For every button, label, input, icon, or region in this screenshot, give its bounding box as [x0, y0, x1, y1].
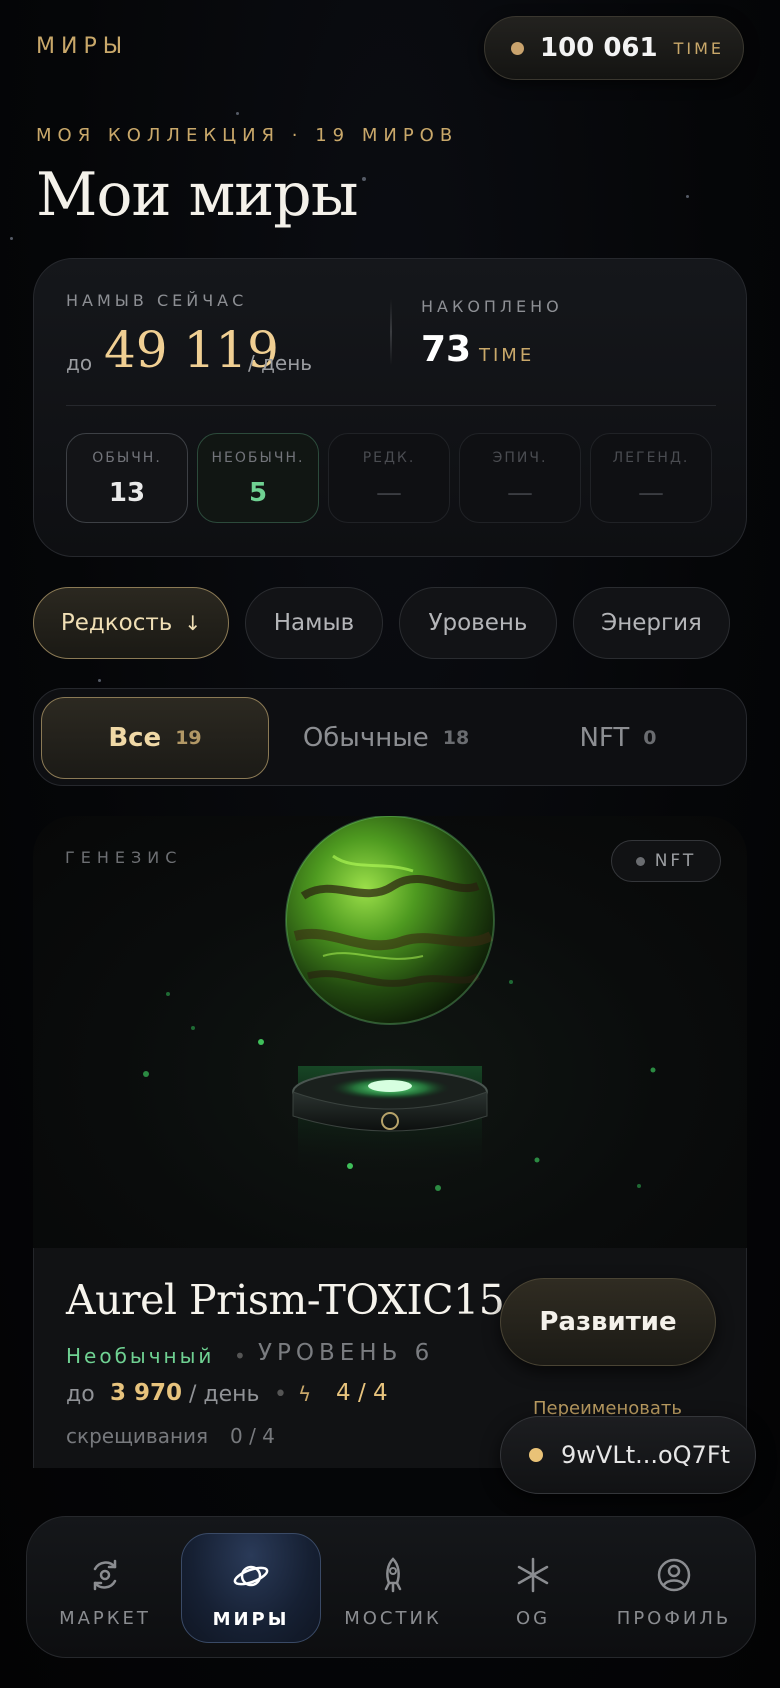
separator: •	[234, 1344, 246, 1368]
rarity-count: 13	[108, 478, 146, 508]
rarity-rare[interactable]: РЕДК. —	[328, 433, 450, 523]
world-level: УРОВЕНЬ 6	[258, 1340, 435, 1366]
wallet-address: 9wVLt...oQ7Ft	[561, 1441, 731, 1469]
sort-label: Уровень	[428, 610, 528, 636]
nav-item-bridge[interactable]: МОСТИК	[323, 1517, 463, 1659]
tab-count: 0	[643, 727, 657, 749]
rarity-count: —	[376, 478, 402, 508]
rarity-label: РЕДК.	[362, 450, 416, 466]
nft-badge: NFT	[611, 840, 721, 882]
nav-label: МОСТИК	[344, 1608, 442, 1629]
tab-label: NFT	[579, 723, 630, 753]
tab-count: 19	[175, 727, 202, 749]
collection-subheader: МОЯ КОЛЛЕКЦИЯ · 19 МИРОВ	[36, 125, 459, 146]
balance-chip[interactable]: 100 061 TIME	[484, 16, 744, 80]
separator: •	[274, 1382, 287, 1407]
rocket-icon	[384, 1557, 402, 1593]
accumulated-label: НАКОПЛЕНО	[421, 297, 563, 316]
rarity-count: —	[638, 478, 664, 508]
star-decoration	[10, 237, 13, 240]
rarity-uncommon[interactable]: НЕОБЫЧН. 5	[197, 433, 319, 523]
rate-unit: / день	[189, 1382, 260, 1407]
sort-rarity-button[interactable]: Редкость ↓	[33, 587, 229, 659]
tab-common[interactable]: Обычные 18	[272, 697, 500, 779]
sort-energy-button[interactable]: Энергия	[573, 587, 730, 659]
rarity-count: —	[507, 478, 533, 508]
world-rarity: Необычный	[66, 1344, 215, 1368]
sort-label: Намыв	[273, 610, 355, 636]
tab-label: Все	[108, 723, 162, 753]
tab-nft[interactable]: NFT 0	[504, 697, 732, 779]
mining-unit: / день	[248, 351, 313, 375]
nav-label: МАРКЕТ	[59, 1608, 151, 1629]
nav-item-worlds[interactable]: МИРЫ	[181, 1533, 321, 1643]
market-icon	[93, 1559, 117, 1591]
bottom-nav: МАРКЕТ МИРЫ МОСТИК OG ПРОФИЛЬ	[26, 1516, 756, 1658]
asterisk-icon	[517, 1557, 549, 1593]
sort-mining-button[interactable]: Намыв	[245, 587, 383, 659]
stats-card: НАМЫВ СЕЙЧАС до 49 119 / день НАКОПЛЕНО …	[33, 258, 747, 557]
world-name: Aurel Prism-TOXIC15	[66, 1276, 505, 1324]
nav-label: OG	[515, 1608, 551, 1629]
rarity-common[interactable]: ОБЫЧН. 13	[66, 433, 188, 523]
star-decoration	[98, 679, 101, 682]
tab-label: Обычные	[302, 723, 429, 753]
mining-prefix: до	[66, 351, 93, 375]
nft-badge-label: NFT	[654, 851, 697, 871]
nav-item-market[interactable]: МАРКЕТ	[35, 1517, 175, 1659]
world-card-image[interactable]: ГЕНЕЗИС NFT	[33, 816, 747, 1248]
crossings-label: скрещивания	[66, 1424, 209, 1448]
lightning-icon: ϟ	[298, 1382, 312, 1406]
rarity-label: ОБЫЧН.	[92, 450, 162, 466]
world-rate: 3 970	[110, 1380, 183, 1406]
accumulated-unit: TIME	[479, 345, 535, 366]
sort-level-button[interactable]: Уровень	[399, 587, 557, 659]
crossings-value: 0 / 4	[230, 1424, 275, 1448]
star-decoration	[686, 195, 689, 198]
rarity-legendary[interactable]: ЛЕГЕНД. —	[590, 433, 712, 523]
develop-button[interactable]: Развитие	[500, 1278, 716, 1366]
divider	[390, 299, 392, 365]
balance-value: 100 061	[540, 33, 658, 63]
accumulated-value: 73	[421, 329, 472, 370]
page-title: Мои миры	[36, 160, 358, 230]
rarity-label: ЛЕГЕНД.	[612, 450, 690, 466]
nav-item-profile[interactable]: ПРОФИЛЬ	[604, 1517, 744, 1659]
arrow-down-icon: ↓	[184, 611, 202, 635]
user-icon	[657, 1558, 691, 1592]
tab-all[interactable]: Все 19	[41, 697, 269, 779]
sort-label: Энергия	[601, 610, 702, 636]
rarity-label: НЕОБЫЧН.	[211, 450, 305, 466]
rarity-epic[interactable]: ЭПИЧ. —	[459, 433, 581, 523]
rarity-label: ЭПИЧ.	[492, 450, 548, 466]
app-root: МИРЫ 100 061 TIME МОЯ КОЛЛЕКЦИЯ · 19 МИР…	[0, 0, 780, 1688]
rate-prefix: до	[66, 1382, 95, 1407]
tab-count: 18	[442, 727, 470, 749]
nav-item-og[interactable]: OG	[463, 1517, 603, 1659]
nav-label: ПРОФИЛЬ	[616, 1608, 732, 1629]
divider	[66, 405, 716, 406]
sort-label: Редкость	[60, 610, 173, 636]
status-dot-icon	[635, 856, 645, 866]
world-energy: 4 / 4	[336, 1380, 388, 1406]
section-title: МИРЫ	[36, 34, 129, 59]
collection-label: ГЕНЕЗИС	[65, 848, 183, 867]
balance-unit: TIME	[673, 38, 725, 58]
coin-icon	[511, 41, 524, 55]
star-decoration	[236, 112, 239, 115]
wallet-chip[interactable]: 9wVLt...oQ7Ft	[500, 1416, 756, 1494]
rarity-count: 5	[248, 478, 268, 508]
filter-segmented-control: Все 19 Обычные 18 NFT 0	[33, 688, 747, 786]
nav-label: МИРЫ	[212, 1609, 290, 1630]
planet-icon	[233, 1565, 269, 1587]
wallet-status-icon	[529, 1448, 543, 1462]
star-decoration	[362, 177, 366, 181]
mining-label: НАМЫВ СЕЙЧАС	[66, 291, 248, 310]
